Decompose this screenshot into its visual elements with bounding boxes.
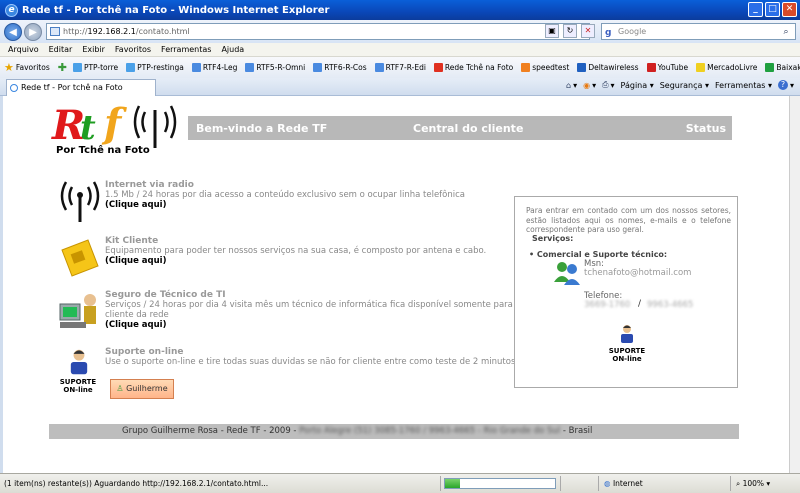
favorite-icon (245, 63, 255, 72)
favorite-item[interactable]: RTF6-R-Cos (313, 63, 367, 72)
internet-click-link[interactable]: (Clique aqui) (105, 200, 525, 210)
google-icon: g (605, 28, 612, 38)
client-center-link[interactable]: Central do cliente (413, 122, 523, 135)
favorite-item[interactable]: Deltawireless (577, 63, 639, 72)
service-ti: Seguro de Técnico de TI Serviços / 24 ho… (58, 290, 513, 338)
kit-click-link[interactable]: (Clique aqui) (105, 256, 525, 266)
favorite-icon (72, 63, 82, 72)
favorite-icon (646, 63, 656, 72)
window-title: Rede tf - Por tchê na Foto - Windows Int… (22, 4, 330, 16)
antenna-icon (133, 105, 177, 148)
favorite-icon (374, 63, 384, 72)
security-menu[interactable]: Segurança ▾ (660, 81, 709, 90)
vertical-scrollbar[interactable] (789, 96, 800, 473)
search-icon[interactable]: ⌕ (779, 25, 793, 38)
favorite-item[interactable]: MercadoLivre (696, 63, 757, 72)
favorite-item[interactable]: PTP-torre (72, 63, 118, 72)
guilherme-button[interactable]: ♙ Guilherme (110, 379, 174, 399)
favorite-item[interactable]: RTF7-R-Edi (374, 63, 426, 72)
menu-ferramentas[interactable]: Ferramentas (161, 45, 211, 54)
technician-icon (59, 294, 96, 328)
sim-card-icon (61, 239, 99, 277)
menu-bar: Arquivo Editar Exibir Favoritos Ferramen… (0, 43, 800, 57)
print-icon[interactable]: ⎙ ▾ (602, 80, 614, 90)
user-icon: ♙ (116, 384, 124, 393)
feeds-icon[interactable]: ◉ ▾ (583, 81, 596, 90)
forward-button[interactable]: ▶ (24, 22, 42, 41)
phone-1: 3669-1760 (584, 300, 631, 310)
menu-favoritos[interactable]: Favoritos (115, 45, 151, 54)
welcome-link[interactable]: Bem-vindo a Rede TF (196, 122, 327, 135)
search-input[interactable]: g Google ⌕ (601, 23, 796, 40)
close-button[interactable]: ✕ (782, 2, 797, 17)
support-person-icon (621, 325, 633, 343)
favorite-item[interactable]: Rede Tchê na Foto (433, 63, 513, 72)
favorite-icon (433, 63, 443, 72)
status-message: (1 item(ns) restante(s)) Aguardando http… (4, 479, 269, 488)
status-link[interactable]: Status (686, 122, 726, 135)
favorite-icon (765, 63, 775, 72)
minimize-button[interactable]: _ (748, 2, 763, 17)
favorite-icon (521, 63, 531, 72)
tools-menu[interactable]: Ferramentas ▾ (715, 81, 772, 90)
service-kit: Kit Cliente Equipamento para poder ter n… (58, 236, 508, 284)
msn-email[interactable]: tchenafoto@hotmail.com (584, 268, 691, 278)
favorite-item[interactable]: Baixaki (765, 63, 800, 72)
ie-logo-icon: e (5, 3, 18, 17)
globe-icon: ◍ (604, 479, 611, 488)
add-favorite-icon[interactable]: ✚ (58, 61, 69, 74)
menu-arquivo[interactable]: Arquivo (8, 45, 39, 54)
refresh-icon[interactable]: ↻ (563, 24, 577, 38)
site-header-bar: Bem-vindo a Rede TF Central do cliente S… (188, 116, 732, 140)
favorite-icon (313, 63, 323, 72)
window-titlebar: e Rede tf - Por tchê na Foto - Windows I… (0, 0, 800, 20)
maximize-button[interactable]: □ (765, 2, 780, 17)
favorites-button[interactable]: ★ Favoritos (4, 61, 50, 74)
support-person-icon (70, 349, 88, 375)
favorite-icon (191, 63, 201, 72)
home-icon[interactable]: ⌂ ▾ (566, 81, 577, 90)
support-online-link[interactable]: SUPORTE ON-line (607, 347, 647, 363)
favorite-icon (696, 63, 706, 72)
contact-panel: Para entrar em contado com um dos nossos… (514, 196, 738, 388)
menu-editar[interactable]: Editar (49, 45, 73, 54)
stop-icon[interactable]: ✕ (581, 24, 595, 38)
loading-icon (10, 84, 18, 92)
page-icon (50, 27, 60, 36)
help-menu[interactable]: ? ▾ (777, 80, 794, 90)
zoom-icon: ⌕ (736, 479, 741, 488)
favorite-item[interactable]: speedtest (521, 63, 569, 72)
phone-2: 9963-4665 (647, 300, 694, 310)
ti-click-link[interactable]: (Clique aqui) (105, 320, 525, 330)
menu-ajuda[interactable]: Ajuda (221, 45, 244, 54)
status-bar: (1 item(ns) restante(s)) Aguardando http… (0, 473, 800, 493)
service-internet: Internet via radio 1.5 Mb / 24 horas por… (58, 180, 508, 228)
favorite-icon (126, 63, 136, 72)
address-input[interactable]: http://192.168.2.1/contato.html (46, 23, 590, 40)
star-icon: ★ (4, 61, 14, 74)
favorite-item[interactable]: PTP-restinga (126, 63, 184, 72)
zoom-control[interactable]: ⌕ 100% ▾ (736, 479, 770, 489)
progress-bar (444, 478, 556, 489)
site-footer: Grupo Guilherme Rosa - Rede TF - 2009 - … (49, 424, 739, 439)
msn-icon (554, 262, 580, 285)
radio-antenna-icon (60, 181, 100, 222)
tab-active[interactable]: Rede tf - Por tchê na Foto (6, 79, 156, 96)
favorite-item[interactable]: RTF5-R-Omni (245, 63, 305, 72)
page-menu[interactable]: Página ▾ (621, 81, 654, 90)
back-button[interactable]: ◀ (4, 22, 22, 41)
tab-bar: Rede tf - Por tchê na Foto ⌂ ▾ ◉ ▾ ⎙ ▾ Pági… (0, 78, 800, 96)
menu-exibir[interactable]: Exibir (82, 45, 105, 54)
favorites-bar: ★ Favoritos ✚ PTP-torre PTP-restinga RTF4-L… (0, 57, 800, 78)
favorite-icon (577, 63, 587, 72)
site-logo[interactable]: R t f Por Tchê na Foto (52, 100, 182, 160)
address-toolbar: ◀ ▶ http://192.168.2.1/contato.html ▣ ↻ … (0, 20, 800, 43)
favorite-item[interactable]: RTF4-Leg (191, 63, 237, 72)
favorite-item[interactable]: YouTube (646, 63, 688, 72)
internet-zone[interactable]: ◍ Internet (604, 479, 643, 488)
compat-icon[interactable]: ▣ (545, 24, 559, 38)
